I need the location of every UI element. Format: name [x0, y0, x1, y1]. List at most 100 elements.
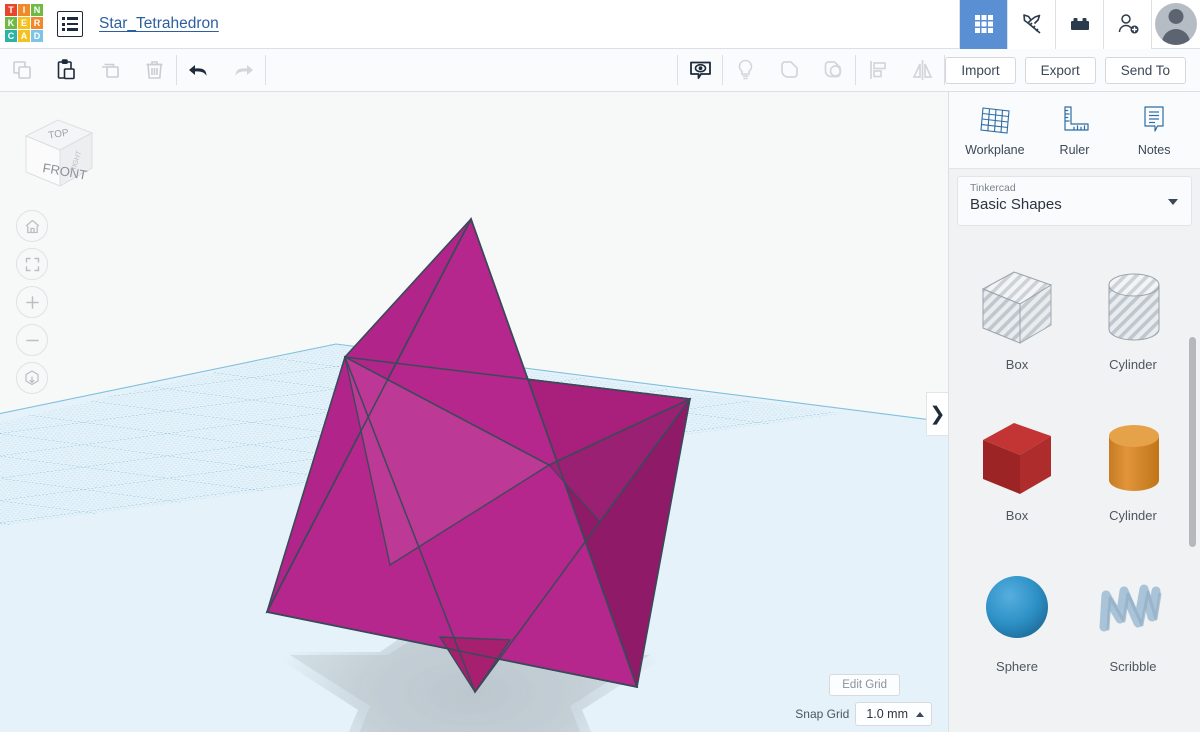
group-button[interactable] — [767, 49, 811, 91]
duplicate-icon — [101, 63, 119, 78]
tinkercad-logo[interactable]: TIN KER CAD — [0, 0, 48, 48]
shape-label: Box — [1005, 508, 1029, 523]
shapes-panel: Workplane Ruler Notes Tinkercad Basic Sh… — [948, 92, 1200, 732]
home-icon — [25, 219, 39, 233]
shapes-panel-scrollbar[interactable] — [1189, 337, 1196, 547]
file-action-buttons: Import Export Send To — [945, 49, 1200, 91]
send-to-button[interactable]: Send To — [1104, 56, 1186, 84]
edit-buttons-group — [0, 49, 176, 91]
box-hole-shape — [974, 255, 1060, 359]
shape-label: Box — [1005, 357, 1029, 372]
logo-tile-d: D — [31, 30, 43, 42]
snap-grid-row: Snap Grid 1.0 mm — [795, 702, 932, 726]
tinkercad-app: TINKERCAD Star_Tetrahedron Import Export… — [0, 0, 1200, 732]
notes-tool-label: Notes — [1137, 142, 1171, 157]
avatar-container[interactable] — [1151, 0, 1200, 49]
fit-frame-icon — [25, 257, 39, 271]
star-tetrahedron-model[interactable] — [265, 216, 692, 694]
show-hide-button[interactable] — [678, 49, 722, 91]
edit-grid-button[interactable]: Edit Grid — [829, 674, 900, 696]
snap-grid-label: Snap Grid — [795, 707, 850, 721]
edit-toolbar: Import Export Send To — [0, 49, 1200, 92]
ungroup-button[interactable] — [811, 49, 855, 91]
logo-tile-n: N — [31, 4, 43, 16]
shape-item-scribble[interactable]: Scribble — [1075, 557, 1191, 698]
undo-arrow-icon — [189, 64, 207, 76]
logo-tile-r: R — [31, 17, 43, 29]
shape-library-select[interactable]: Tinkercad Basic Shapes — [957, 176, 1192, 226]
workplane-tool[interactable]: Workplane — [958, 104, 1032, 157]
align-icon — [870, 61, 886, 79]
notes-tool[interactable]: Notes — [1117, 104, 1191, 157]
minecraft-button[interactable] — [1007, 0, 1055, 49]
mirror-button[interactable] — [900, 49, 944, 91]
view-cube-icon: TOP FRONT RIGHT — [24, 119, 94, 187]
delete-button[interactable] — [132, 49, 176, 91]
logo-tile-a: A — [18, 30, 30, 42]
shape-label: Cylinder — [1109, 508, 1157, 523]
shape-item-box-solid[interactable]: Box — [959, 406, 1075, 547]
collapse-panel-button[interactable]: ❯ — [926, 392, 948, 436]
shape-label: Cylinder — [1109, 357, 1157, 372]
cylinder-solid-shape — [1090, 406, 1176, 510]
perspective-toggle-button[interactable] — [16, 362, 48, 394]
list-menu-icon[interactable] — [57, 11, 83, 37]
grid-icon — [974, 15, 993, 33]
plus-icon — [25, 295, 39, 309]
chevron-up-icon — [916, 711, 924, 717]
library-group-label: Tinkercad — [970, 182, 1016, 194]
logo-tile-e: E — [18, 17, 30, 29]
workplane-tool-label: Workplane — [965, 142, 1025, 157]
logo-tile-k: K — [5, 17, 17, 29]
redo-button[interactable] — [221, 49, 265, 91]
paste-button[interactable] — [44, 49, 88, 91]
view-cube[interactable]: TOP FRONT RIGHT — [12, 106, 102, 194]
notes-bubble-icon — [1144, 105, 1164, 132]
lego-brick-icon — [1070, 18, 1089, 30]
trash-icon — [146, 60, 162, 79]
designs-grid-button[interactable] — [959, 0, 1007, 49]
shape-item-cylinder-solid[interactable]: Cylinder — [1075, 406, 1191, 547]
duplicate-button[interactable] — [88, 49, 132, 91]
paste-icon — [57, 58, 75, 79]
ruler-tool[interactable]: Ruler — [1037, 104, 1111, 157]
lightbulb-icon — [738, 59, 753, 80]
export-button[interactable]: Export — [1024, 56, 1096, 84]
fit-view-button[interactable] — [16, 248, 48, 280]
align-button[interactable] — [856, 49, 900, 91]
invite-button[interactable] — [1103, 0, 1151, 49]
document-title[interactable]: Star_Tetrahedron — [99, 15, 219, 33]
ruler-icon — [1064, 105, 1090, 131]
shape-label: Scribble — [1109, 659, 1157, 674]
home-view-button[interactable] — [16, 210, 48, 242]
view-nav-buttons — [16, 210, 48, 394]
cone-shape — [1090, 708, 1176, 732]
logo-tile-c: C — [5, 30, 17, 42]
hole-button[interactable] — [723, 49, 767, 91]
copy-button[interactable] — [0, 49, 44, 91]
add-person-icon — [1118, 14, 1138, 34]
3d-viewport[interactable]: TOP FRONT RIGHT Edit Grid Snap Grid 1.0 … — [0, 92, 948, 732]
ruler-tool-label: Ruler — [1059, 142, 1090, 157]
box-solid-shape — [974, 406, 1060, 510]
copy-icon — [12, 60, 31, 79]
import-button[interactable]: Import — [945, 56, 1016, 84]
title-bar: TIN KER CAD Star_Tetrahedron — [0, 0, 1200, 49]
logo-tile-i: I — [18, 4, 30, 16]
scribble-shape — [1090, 557, 1176, 661]
shape-item-polyhedron[interactable] — [959, 708, 1075, 732]
shape-label: Sphere — [996, 659, 1038, 674]
shape-item-box-hole[interactable]: Box — [959, 255, 1075, 396]
blocks-button[interactable] — [1055, 0, 1103, 49]
zoom-out-button[interactable] — [16, 324, 48, 356]
shape-item-sphere[interactable]: Sphere — [959, 557, 1075, 698]
snap-grid-select[interactable]: 1.0 mm — [855, 702, 932, 726]
eye-bubble-icon — [690, 61, 711, 79]
zoom-in-button[interactable] — [16, 286, 48, 318]
shape-item-cylinder-hole[interactable]: Cylinder — [1075, 255, 1191, 396]
redo-arrow-icon — [235, 64, 253, 76]
avatar[interactable] — [1155, 3, 1197, 45]
shape-item-cone[interactable] — [1075, 708, 1191, 732]
undo-button[interactable] — [177, 49, 221, 91]
